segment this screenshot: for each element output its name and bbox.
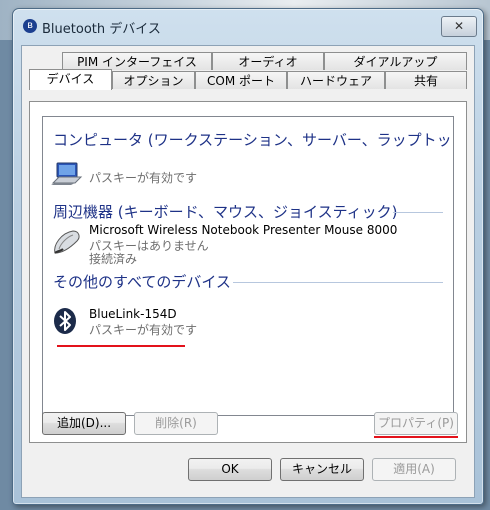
laptop-icon [51, 161, 83, 192]
mouse-icon [51, 227, 83, 260]
group-header-computers: コンピュータ (ワークステーション、サーバー、ラップトップ... [53, 131, 454, 149]
device-list[interactable]: コンピュータ (ワークステーション、サーバー、ラップトップ... パスキーが有効… [42, 116, 454, 416]
devices-tab-panel: コンピュータ (ワークステーション、サーバー、ラップトップ... パスキーが有効… [29, 101, 467, 443]
group-header-peripherals: 周辺機器 (キーボード、マウス、ジョイスティック) [53, 203, 398, 221]
device-name: BlueLink-154D [89, 307, 177, 321]
properties-button[interactable]: プロパティ(P) [374, 412, 458, 435]
remove-button[interactable]: 削除(R) [134, 412, 218, 435]
red-underline-annotation [57, 345, 185, 347]
tab-dialup[interactable]: ダイアルアップ [324, 52, 467, 70]
dialog-client-area: PIM インターフェイス オーディオ ダイアルアップ デバイス オプション CO… [21, 45, 475, 498]
bluetooth-icon: ʙ [23, 19, 37, 33]
cancel-button[interactable]: キャンセル [280, 458, 364, 481]
tab-com-port[interactable]: COM ポート [195, 71, 287, 89]
apply-button[interactable]: 適用(A) [372, 458, 456, 481]
bluetooth-icon [51, 307, 79, 338]
close-button[interactable]: ✕ [441, 16, 477, 37]
tab-hardware[interactable]: ハードウェア [287, 71, 385, 89]
tab-sharing[interactable]: 共有 [385, 71, 467, 89]
tab-pim-interface[interactable]: PIM インターフェイス [62, 52, 212, 70]
device-name: Microsoft Wireless Notebook Presenter Mo… [89, 223, 398, 237]
tab-options[interactable]: オプション [112, 71, 195, 89]
bluetooth-devices-dialog: ʙ Bluetooth デバイス ✕ PIM インターフェイス オーディオ ダイ… [12, 8, 484, 505]
window-title: Bluetooth デバイス [42, 22, 161, 37]
group-divider [233, 282, 443, 283]
device-status: パスキーが有効です [89, 171, 198, 185]
device-connection-status: 接続済み [89, 252, 138, 266]
add-button[interactable]: 追加(D)... [42, 412, 126, 435]
title-bar[interactable]: ʙ Bluetooth デバイス ✕ [13, 9, 483, 45]
ok-button[interactable]: OK [188, 458, 272, 481]
group-header-other-devices: その他のすべてのデバイス [53, 273, 231, 291]
tab-devices[interactable]: デバイス [29, 69, 112, 90]
group-divider [393, 212, 443, 213]
device-status: パスキーが有効です [89, 323, 198, 337]
tab-audio[interactable]: オーディオ [212, 52, 324, 70]
red-underline-annotation [374, 436, 458, 438]
